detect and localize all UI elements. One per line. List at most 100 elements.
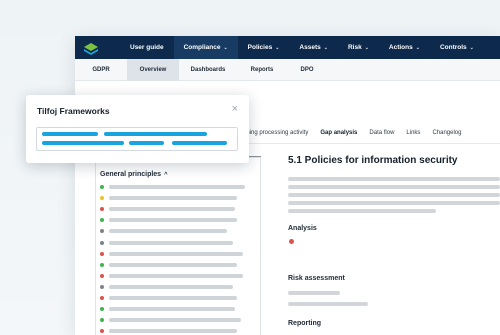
chevron-down-icon: ⌄ xyxy=(415,44,420,51)
app-window: User guide Compliance ⌄ Policies ⌄ Assets ⌄ Ris… xyxy=(75,36,500,335)
framework-chip[interactable] xyxy=(104,132,207,136)
principle-row[interactable] xyxy=(100,217,237,223)
principle-row[interactable] xyxy=(100,195,237,201)
status-dot xyxy=(100,218,104,223)
framework-chip[interactable] xyxy=(129,141,164,145)
reporting-label: Reporting xyxy=(288,320,322,327)
framework-chip[interactable] xyxy=(172,141,227,145)
nav-item-user-guide[interactable]: User guide xyxy=(120,36,174,59)
text-placeholder xyxy=(109,262,237,267)
nav-item-risk[interactable]: Risk ⌄ xyxy=(338,36,379,59)
status-dot xyxy=(100,185,104,189)
analysis-label: Analysis xyxy=(288,225,317,232)
status-dot xyxy=(100,296,104,300)
principle-row[interactable] xyxy=(100,240,233,246)
subnav-item-dashboards[interactable]: Dashboards xyxy=(179,59,237,81)
text-placeholder xyxy=(288,291,340,295)
principle-row[interactable] xyxy=(100,284,233,290)
chevron-down-icon: ⌄ xyxy=(469,44,474,51)
nav-item-label: Controls xyxy=(439,44,467,51)
nav-item-label: Risk xyxy=(347,44,362,51)
frameworks-selector[interactable] xyxy=(36,127,238,151)
status-dot xyxy=(100,240,104,245)
control-title: 5.1 Policies for information security xyxy=(288,155,458,166)
nav-item-policies[interactable]: Policies ⌄ xyxy=(238,36,290,59)
text-placeholder xyxy=(109,318,241,323)
text-placeholder xyxy=(109,307,235,312)
text-placeholder xyxy=(109,251,243,256)
text-placeholder xyxy=(109,273,243,278)
risk-assessment-label: Risk assessment xyxy=(288,275,345,282)
status-dot xyxy=(100,251,104,256)
status-dot xyxy=(100,284,104,289)
text-placeholder xyxy=(109,329,237,334)
panel-title[interactable]: General principles ^ xyxy=(100,171,168,178)
nav-item-assets[interactable]: Assets ⌄ xyxy=(289,36,338,59)
layers-icon[interactable] xyxy=(84,42,98,55)
principle-row[interactable] xyxy=(100,228,227,234)
principle-row[interactable] xyxy=(100,295,237,301)
nav-item-label: Compliance xyxy=(183,44,221,51)
principle-row[interactable] xyxy=(100,251,243,257)
status-dot xyxy=(100,307,104,312)
status-dot xyxy=(100,262,104,267)
tab-changelog[interactable]: Changelog xyxy=(432,128,461,144)
principle-row[interactable] xyxy=(100,273,243,279)
subnav-item-dpo[interactable]: DPO xyxy=(287,59,327,81)
tab-links[interactable]: Links xyxy=(406,128,420,144)
text-placeholder xyxy=(109,240,233,245)
principles-panel: General principles ^ xyxy=(95,157,261,335)
chevron-down-icon: ⌄ xyxy=(223,44,228,51)
text-placeholder xyxy=(288,193,500,197)
nav-item-actions[interactable]: Actions ⌄ xyxy=(379,36,430,59)
subnav-item-gdpr[interactable]: GDPR xyxy=(75,59,127,81)
nav-item-compliance[interactable]: Compliance ⌄ xyxy=(173,36,238,59)
chevron-down-icon: ⌄ xyxy=(275,44,280,51)
text-placeholder xyxy=(109,296,237,300)
framework-chip[interactable] xyxy=(42,141,124,145)
close-icon[interactable]: × xyxy=(232,104,238,115)
tab-data-flow[interactable]: Data flow xyxy=(369,128,394,144)
status-dot xyxy=(100,329,104,334)
text-placeholder xyxy=(109,196,237,201)
nav-item-label: Policies xyxy=(247,44,273,51)
text-placeholder xyxy=(109,185,245,189)
principle-row[interactable] xyxy=(100,306,235,312)
sub-navigation: GDPR Overview Dashboards Reports DPO xyxy=(75,58,500,81)
status-dot xyxy=(100,273,104,278)
principle-row[interactable] xyxy=(100,317,241,323)
chevron-down-icon: ⌄ xyxy=(364,44,369,51)
text-placeholder xyxy=(288,177,500,181)
principle-row[interactable] xyxy=(100,206,235,212)
principle-row[interactable] xyxy=(100,262,237,268)
principle-row[interactable] xyxy=(100,184,245,190)
subnav-item-overview[interactable]: Overview xyxy=(127,58,179,81)
framework-chip[interactable] xyxy=(42,132,98,136)
subnav-item-reports[interactable]: Reports xyxy=(237,59,287,81)
text-placeholder xyxy=(288,209,436,213)
tab-processing-activity[interactable]: ening processing activity xyxy=(243,128,308,144)
text-placeholder xyxy=(109,229,227,234)
chevron-down-icon: ⌄ xyxy=(323,44,328,51)
principle-row[interactable] xyxy=(100,328,237,334)
status-dot xyxy=(100,196,104,201)
text-placeholder xyxy=(109,207,235,212)
caret-up-icon[interactable]: ^ xyxy=(164,172,168,178)
text-placeholder xyxy=(288,185,500,189)
top-navigation-bar: User guide Compliance ⌄ Policies ⌄ Assets ⌄ Ris… xyxy=(75,36,500,59)
nav-item-controls[interactable]: Controls ⌄ xyxy=(430,36,484,59)
panel-title-label: General principles xyxy=(100,171,162,178)
text-placeholder xyxy=(109,218,237,223)
text-placeholder xyxy=(288,302,368,306)
nav-item-label: Actions xyxy=(388,44,413,51)
popup-title: Tilfoj Frameworks xyxy=(37,106,110,116)
analysis-status-dot xyxy=(289,239,294,244)
add-frameworks-popup: Tilfoj Frameworks × xyxy=(26,95,249,163)
tab-gap-analysis[interactable]: Gap analysis xyxy=(320,128,358,144)
text-placeholder xyxy=(288,201,500,205)
detail-tabs: ening processing activity Gap analysis D… xyxy=(243,128,473,144)
text-placeholder xyxy=(109,284,233,289)
nav-item-label: User guide xyxy=(130,44,164,51)
status-dot xyxy=(100,229,104,234)
status-dot xyxy=(100,207,104,212)
